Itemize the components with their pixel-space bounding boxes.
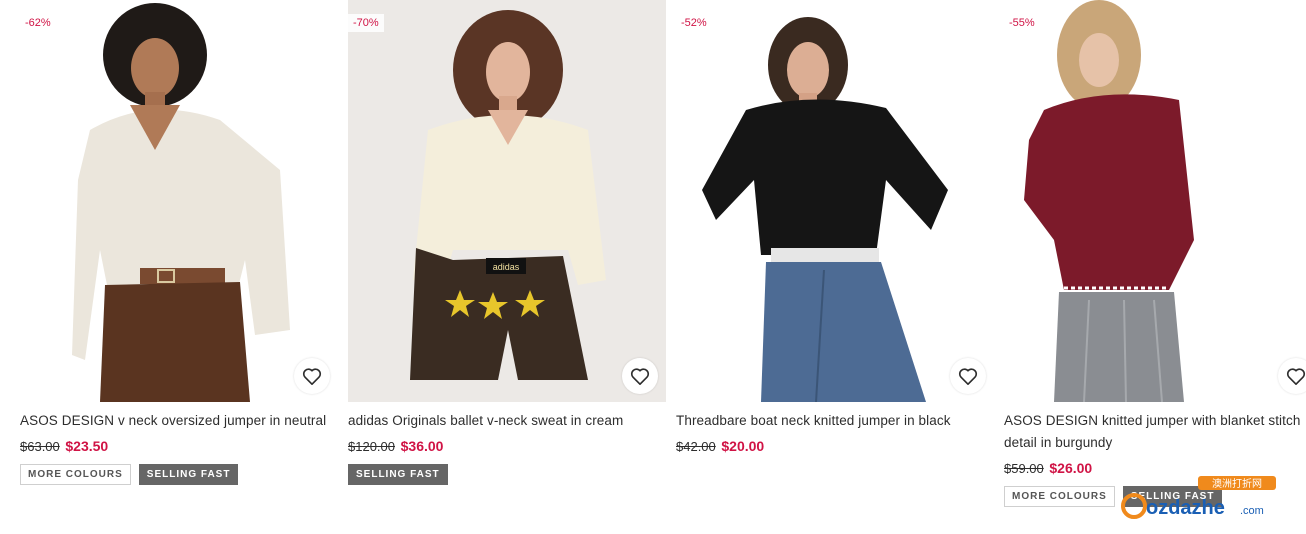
watermark-brand-text: ozdazhe <box>1146 497 1225 519</box>
sale-price: $36.00 <box>400 438 444 454</box>
watermark-top-text: 澳洲打折网 <box>1212 477 1262 490</box>
discount-badge: -55% <box>1004 14 1040 32</box>
selling-fast-tag: SELLING FAST <box>138 464 239 485</box>
sale-price: $26.00 <box>1049 460 1093 476</box>
heart-icon <box>958 368 978 385</box>
price-row: $120.00 $36.00 <box>348 435 666 458</box>
more-colours-tag[interactable]: MORE COLOURS <box>20 464 131 485</box>
product-card[interactable]: -52% Threadbare boat neck knitted jumper… <box>676 0 994 458</box>
sale-price: $20.00 <box>721 438 765 454</box>
save-for-later-button[interactable] <box>294 358 330 394</box>
product-tags: SELLING FAST <box>348 464 666 485</box>
watermark-logo: 澳洲打折网 ozdazhe .com <box>1121 476 1276 519</box>
product-card[interactable]: -55% ASOS DESIGN knitted jumper with bla… <box>1004 0 1306 507</box>
discount-badge: -52% <box>676 14 712 32</box>
heart-icon <box>1286 368 1306 385</box>
price-row: $42.00 $20.00 <box>676 435 994 458</box>
save-for-later-button[interactable] <box>1278 358 1306 394</box>
product-title[interactable]: Threadbare boat neck knitted jumper in b… <box>676 410 994 432</box>
product-image[interactable]: -52% <box>676 0 994 402</box>
product-card[interactable]: -62% ASOS DESIGN v neck oversized jumper… <box>20 0 338 485</box>
watermark-suffix-text: .com <box>1240 505 1264 517</box>
price-row: $63.00 $23.50 <box>20 435 338 458</box>
original-price: $42.00 <box>676 439 716 454</box>
sale-price: $23.50 <box>65 438 109 454</box>
heart-icon <box>630 368 650 385</box>
original-price: $59.00 <box>1004 461 1044 476</box>
selling-fast-tag: SELLING FAST <box>348 464 448 485</box>
save-for-later-button[interactable] <box>622 358 658 394</box>
svg-text:adidas: adidas <box>493 262 520 272</box>
original-price: $63.00 <box>20 439 60 454</box>
discount-badge: -70% <box>348 14 384 32</box>
product-photo <box>676 0 994 402</box>
product-title[interactable]: ASOS DESIGN knitted jumper with blanket … <box>1004 410 1306 454</box>
product-title[interactable]: ASOS DESIGN v neck oversized jumper in n… <box>20 410 338 432</box>
product-title[interactable]: adidas Originals ballet v-neck sweat in … <box>348 410 666 432</box>
product-card[interactable]: adidas -70% adidas Originals ballet v-ne… <box>348 0 666 485</box>
more-colours-tag[interactable]: MORE COLOURS <box>1004 486 1115 507</box>
product-image[interactable]: adidas -70% <box>348 0 666 402</box>
heart-icon <box>302 368 322 385</box>
discount-badge: -62% <box>20 14 56 32</box>
product-tags: MORE COLOURS SELLING FAST <box>20 464 338 485</box>
original-price: $120.00 <box>348 439 395 454</box>
save-for-later-button[interactable] <box>950 358 986 394</box>
product-grid: -62% ASOS DESIGN v neck oversized jumper… <box>0 0 1306 534</box>
product-photo <box>20 0 338 402</box>
product-photo <box>1004 0 1306 402</box>
product-photo: adidas <box>348 0 666 402</box>
product-image[interactable]: -55% <box>1004 0 1306 402</box>
product-image[interactable]: -62% <box>20 0 338 402</box>
